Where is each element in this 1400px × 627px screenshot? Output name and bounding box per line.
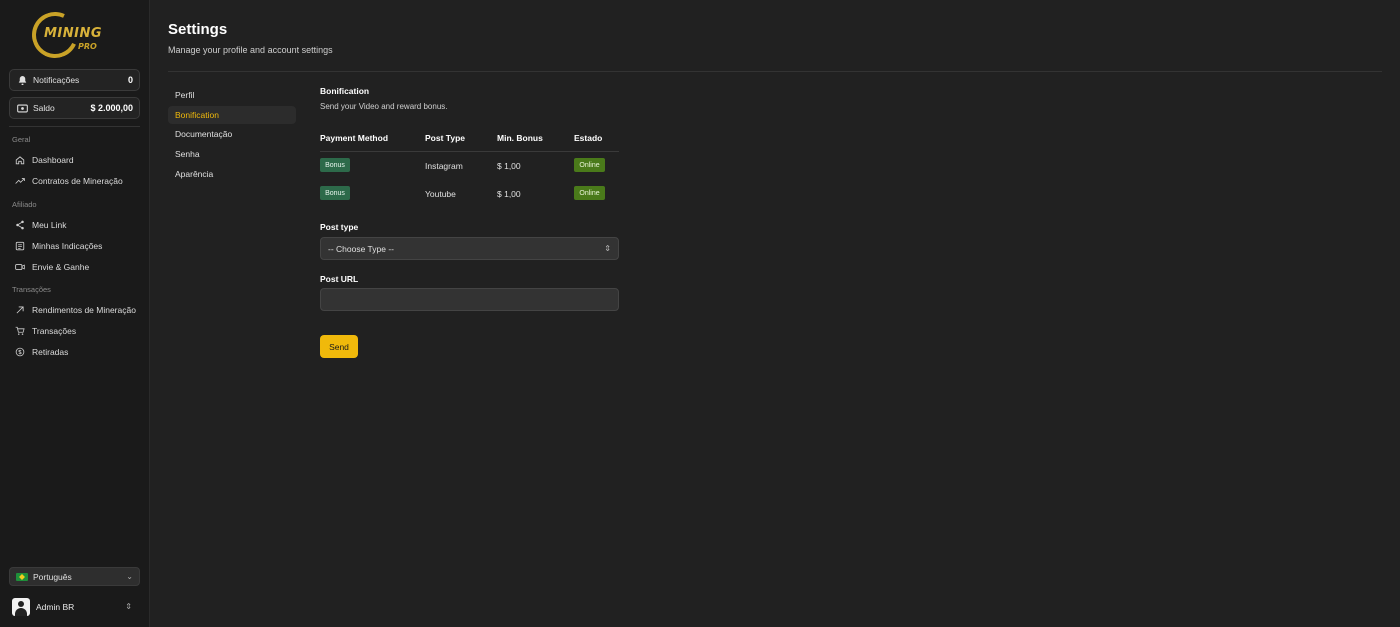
settings-nav-perfil[interactable]: Perfil — [168, 86, 296, 104]
wallet-icon — [16, 102, 28, 114]
post-url-input[interactable] — [320, 288, 619, 311]
sidebar-item-contratos[interactable]: Contratos de Mineração — [14, 173, 140, 189]
section-subtitle: Send your Video and reward bonus. — [320, 102, 448, 111]
avatar — [12, 597, 30, 616]
sidebar-item-retiradas[interactable]: Retiradas — [14, 344, 140, 360]
chevron-down-icon: ⌄ — [126, 572, 133, 581]
trend-icon — [14, 175, 26, 187]
sidebar-item-label: Transações — [32, 326, 77, 336]
sidebar-item-indicacoes[interactable]: Minhas Indicações — [14, 238, 140, 254]
send-button[interactable]: Send — [320, 335, 358, 358]
arrow-up-right-icon — [14, 304, 26, 316]
table-header-divider — [320, 151, 619, 152]
balance-value: $ 2.000,00 — [90, 103, 133, 113]
sidebar-item-meu-link[interactable]: Meu Link — [14, 217, 140, 233]
sidebar-item-dashboard[interactable]: Dashboard — [14, 152, 140, 168]
min-bonus-cell: $ 1,00 — [497, 189, 521, 199]
status-badge: Online — [574, 186, 605, 200]
video-icon — [14, 261, 26, 273]
notifications-label: Notificações — [33, 75, 80, 85]
notifications-box[interactable]: Notificações 0 — [9, 69, 140, 91]
settings-nav-documentacao[interactable]: Documentação — [168, 125, 296, 143]
sidebar-item-label: Dashboard — [32, 155, 74, 165]
user-name: Admin BR — [36, 601, 75, 612]
sidebar: MINING PRO Notificações 0 Saldo $ 2.000,… — [0, 0, 150, 627]
section-transacoes: Transações — [12, 285, 51, 294]
balance-box[interactable]: Saldo $ 2.000,00 — [9, 97, 140, 119]
users-icon — [14, 240, 26, 252]
sidebar-item-label: Envie & Ganhe — [32, 262, 90, 272]
settings-nav-bonification[interactable]: Bonification — [168, 106, 296, 124]
sidebar-divider — [9, 126, 140, 127]
section-geral: Geral — [12, 135, 31, 144]
min-bonus-cell: $ 1,00 — [497, 161, 521, 171]
post-url-label: Post URL — [320, 274, 359, 284]
sidebar-item-label: Minhas Indicações — [32, 241, 103, 251]
sidebar-item-label: Meu Link — [32, 220, 67, 230]
post-type-cell: Youtube — [425, 189, 456, 199]
logo-sub: PRO — [78, 42, 97, 51]
logo-text: MINING — [44, 26, 103, 41]
balance-label: Saldo — [33, 103, 55, 113]
language-select[interactable]: Português ⌄ — [9, 567, 140, 586]
notifications-count: 0 — [127, 75, 133, 85]
column-header-payment-method: Payment Method — [320, 133, 389, 143]
section-title: Bonification — [320, 86, 370, 96]
home-icon — [14, 154, 26, 166]
sidebar-item-label: Contratos de Mineração — [32, 176, 123, 186]
settings-nav-senha[interactable]: Senha — [168, 145, 296, 163]
post-type-select[interactable]: -- Choose Type -- ⇕ — [320, 237, 619, 260]
column-header-post-type: Post Type — [425, 133, 465, 143]
post-type-label: Post type — [320, 222, 359, 232]
bell-icon — [16, 74, 28, 86]
cart-icon — [14, 325, 26, 337]
section-afiliado: Afiliado — [12, 200, 37, 209]
sidebar-item-envie-ganhe[interactable]: Envie & Ganhe — [14, 259, 140, 275]
main-content: Settings Manage your profile and account… — [150, 0, 1400, 627]
brazil-flag-icon — [16, 572, 28, 581]
page-title: Settings — [168, 21, 228, 38]
settings-nav-aparencia[interactable]: Aparência — [168, 165, 296, 183]
sidebar-item-transacoes[interactable]: Transações — [14, 323, 140, 339]
status-badge: Online — [574, 158, 605, 172]
header-divider — [168, 71, 1382, 72]
sidebar-item-label: Retiradas — [32, 347, 69, 357]
sidebar-item-rendimentos[interactable]: Rendimentos de Mineração — [14, 302, 140, 318]
user-menu[interactable]: Admin BR ⇕ — [12, 597, 140, 616]
coin-icon — [14, 346, 26, 358]
sidebar-item-label: Rendimentos de Mineração — [32, 305, 136, 315]
language-label: Português — [33, 571, 72, 582]
post-type-cell: Instagram — [425, 161, 463, 171]
column-header-estado: Estado — [574, 133, 603, 143]
method-badge: Bonus — [320, 186, 350, 200]
column-header-min-bonus: Min. Bonus — [497, 133, 543, 143]
page-subtitle: Manage your profile and account settings — [168, 45, 333, 55]
chevron-up-down-icon: ⇕ — [604, 244, 611, 253]
chevron-up-down-icon: ⇕ — [125, 602, 132, 611]
share-icon — [14, 219, 26, 231]
post-type-value: -- Choose Type -- — [328, 243, 394, 254]
method-badge: Bonus — [320, 158, 350, 172]
logo: MINING PRO — [25, 5, 103, 65]
